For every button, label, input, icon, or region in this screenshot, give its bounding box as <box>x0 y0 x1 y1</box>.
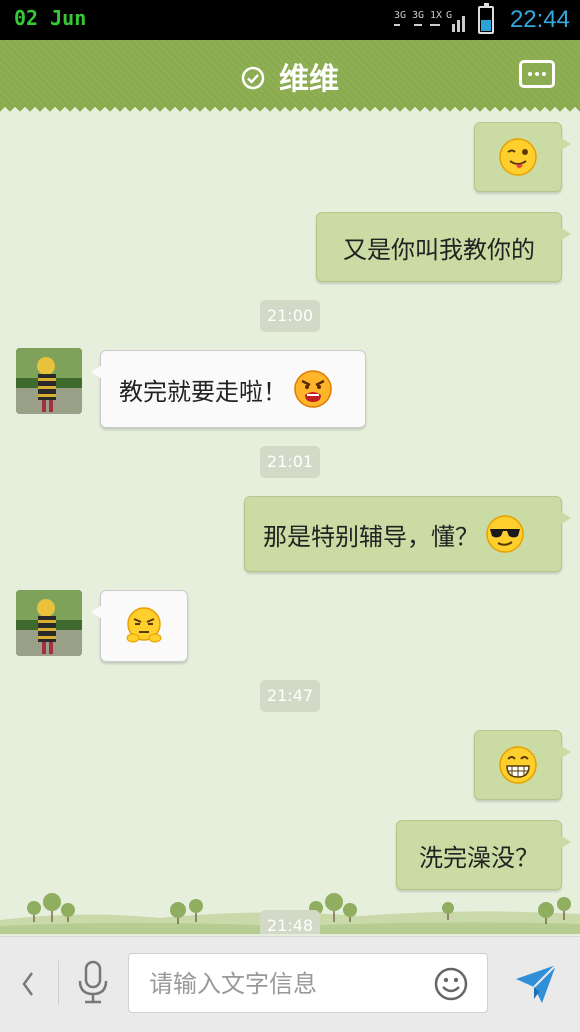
message-input-container[interactable] <box>128 953 488 1013</box>
send-icon[interactable] <box>512 959 560 1007</box>
svg-text:3G: 3G <box>412 10 424 21</box>
chat-area[interactable]: 又是你叫我教你的 21:00 教完就要走啦！ 21:01 那是特别辅导，懂？ 2… <box>0 112 580 934</box>
message-text: 教完就要走啦！ <box>119 377 287 406</box>
dot-icon <box>542 72 546 76</box>
message-text: 又是你叫我教你的 <box>343 235 535 264</box>
message-input[interactable] <box>147 966 411 1002</box>
contact-name: 维维 <box>279 62 339 97</box>
svg-text:3G: 3G <box>394 10 406 21</box>
divider <box>58 961 59 1005</box>
message-bubble-outgoing[interactable]: 又是你叫我教你的 <box>316 212 571 282</box>
status-date: 02 Jun <box>14 6 87 30</box>
avatar-image <box>16 348 82 414</box>
timestamp: 21:48 <box>260 910 320 934</box>
message-bubble-outgoing[interactable] <box>474 122 571 192</box>
chevron-left-icon[interactable] <box>18 969 38 999</box>
grin-emoji-icon <box>499 746 537 784</box>
chat-title[interactable]: 维维 <box>0 54 580 98</box>
more-options-button[interactable] <box>519 60 555 88</box>
svg-text:G: G <box>446 10 452 21</box>
header-edge <box>0 105 580 112</box>
message-bubble-incoming[interactable]: 教完就要走啦！ <box>91 350 366 428</box>
timestamp: 21:00 <box>260 300 320 332</box>
message-bubble-outgoing[interactable] <box>474 730 571 800</box>
dot-icon <box>535 72 539 76</box>
check-circle-icon <box>241 66 265 90</box>
tongue-wink-emoji-icon <box>499 138 537 176</box>
hmph-emoji-icon <box>126 607 162 643</box>
avatar-image <box>16 590 82 656</box>
contact-avatar[interactable] <box>16 348 82 414</box>
chat-header: 维维 <box>0 40 580 112</box>
network-signal-icon: 3G 3G 1X G <box>394 10 465 32</box>
message-bubble-outgoing[interactable]: 那是特别辅导，懂？ <box>244 496 571 572</box>
status-time: 22:44 <box>509 6 570 33</box>
svg-text:1X: 1X <box>430 10 442 21</box>
timestamp: 21:01 <box>260 446 320 478</box>
microphone-icon[interactable] <box>74 959 112 1005</box>
battery-icon <box>478 3 494 34</box>
status-bar: 02 Jun 3G 3G 1X G 22:44 <box>0 0 580 40</box>
contact-avatar[interactable] <box>16 590 82 656</box>
sunglasses-emoji-icon <box>486 515 524 553</box>
smiley-icon[interactable] <box>433 966 469 1002</box>
timestamp: 21:47 <box>260 680 320 712</box>
angry-emoji-icon <box>294 370 332 408</box>
input-bar <box>0 936 580 1032</box>
message-bubble-incoming[interactable] <box>91 590 188 662</box>
message-text: 洗完澡没？ <box>419 843 539 872</box>
message-text: 那是特别辅导，懂？ <box>263 522 479 551</box>
dot-icon <box>528 72 532 76</box>
